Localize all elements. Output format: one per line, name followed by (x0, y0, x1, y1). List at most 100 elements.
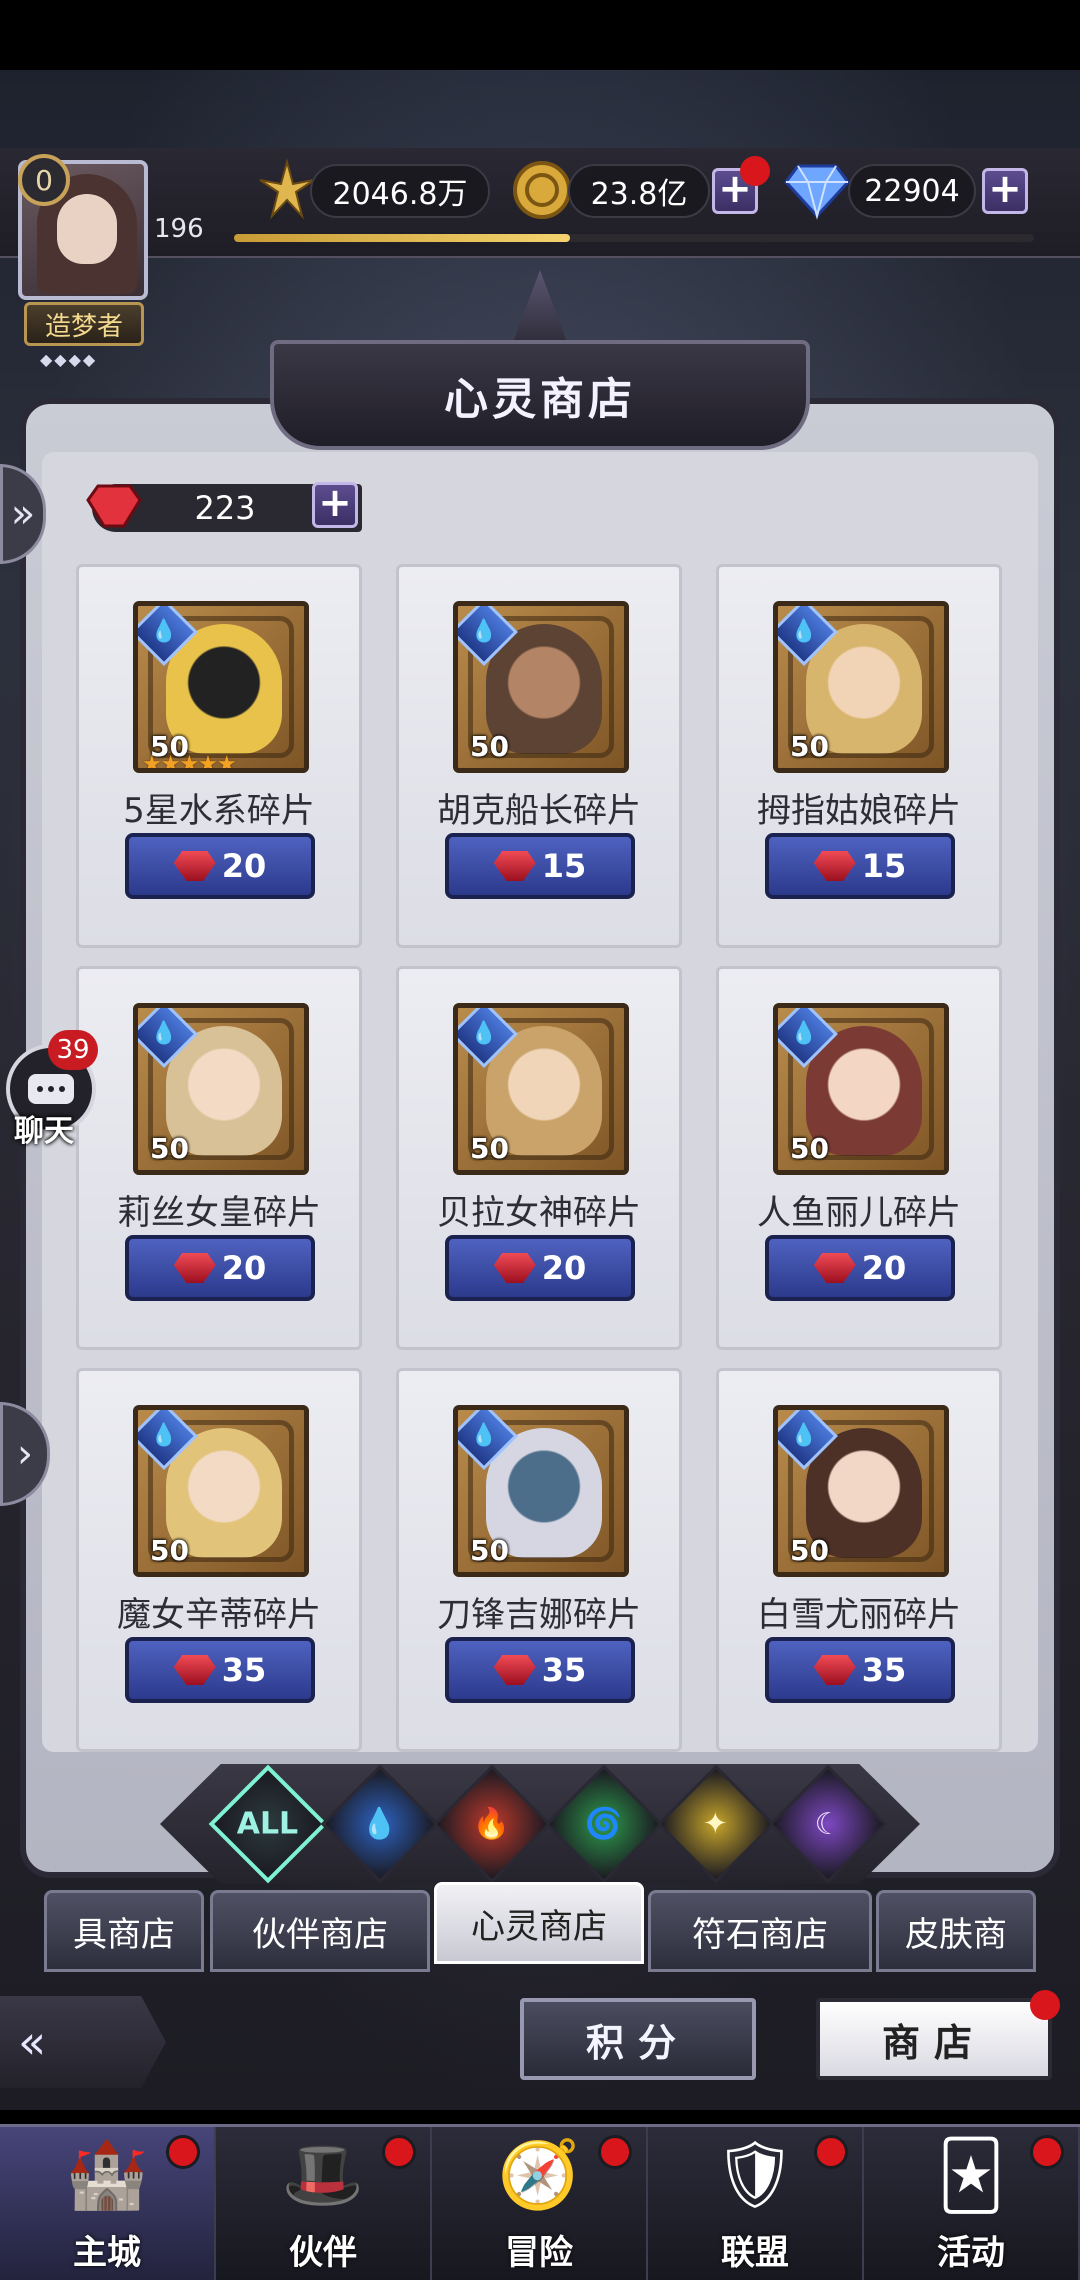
tab-rune-shop[interactable]: 符石商店 (648, 1890, 872, 1972)
item-name: 人鱼丽儿碎片 (757, 1193, 961, 1233)
points-button[interactable]: 积分 (520, 1998, 756, 2080)
fragment-count: 50 (470, 730, 509, 763)
fire-icon: 🔥 (473, 1806, 511, 1842)
shop-currency-value: 223 (194, 489, 256, 527)
fragment-icon: 💧 50 (773, 1405, 949, 1577)
item-price: 20 (861, 1249, 907, 1287)
fragment-icon: 💧 50 (133, 1003, 309, 1175)
soul-gem-icon (813, 1655, 856, 1685)
gold-notification-dot (740, 156, 770, 186)
gold-coin-icon (512, 160, 572, 220)
store-button[interactable]: 商店 (816, 1998, 1052, 2080)
shop-item-card[interactable]: 💧 50 贝拉女神碎片 20 (396, 966, 682, 1350)
item-price: 20 (221, 847, 267, 885)
tab-skin-shop[interactable]: 皮肤商 (876, 1890, 1036, 1972)
buy-button[interactable]: 15 (445, 833, 635, 899)
status-bar (0, 0, 1080, 70)
all-icon: ALL (237, 1806, 299, 1842)
soul-gem-icon (493, 1655, 536, 1685)
fragment-count: 50 (470, 1534, 509, 1567)
item-name: 莉丝女皇碎片 (117, 1193, 321, 1233)
nav-alliance[interactable]: 🛡 联盟 (648, 2127, 864, 2280)
item-price: 15 (861, 847, 907, 885)
notification-dot (598, 2135, 632, 2169)
fragment-count: 50 (470, 1132, 509, 1165)
notification-dot (382, 2135, 416, 2169)
shop-item-card[interactable]: 💧 50 莉丝女皇碎片 20 (76, 966, 362, 1350)
cards-icon: 🃏 (937, 2136, 1005, 2214)
diamond-value: 22904 (848, 164, 976, 218)
buy-button[interactable]: 20 (125, 833, 315, 899)
fragment-icon: 💧 50 (453, 1405, 629, 1577)
item-price: 35 (221, 1651, 267, 1689)
shop-item-card[interactable]: 💧 50 拇指姑娘碎片 15 (716, 564, 1002, 948)
light-icon: ✦ (703, 1806, 729, 1842)
notification-dot (166, 2135, 200, 2169)
dark-icon: ☾ (814, 1806, 842, 1842)
buy-button[interactable]: 20 (445, 1235, 635, 1301)
water-icon: 💧 (361, 1806, 399, 1842)
nav-label: 联盟 (721, 2233, 789, 2273)
notification-dot (814, 2135, 848, 2169)
nav-adventure[interactable]: 🧭 冒险 (432, 2127, 648, 2280)
rank-stars: ◆◆◆◆ (40, 350, 98, 369)
item-price: 20 (541, 1249, 587, 1287)
shop-item-card[interactable]: 💧 50 ★★★★★ 5星水系碎片 20 (76, 564, 362, 948)
buy-button[interactable]: 15 (765, 833, 955, 899)
nav-main-city[interactable]: 🏰 主城 (0, 2127, 216, 2280)
rank-title: 造梦者 (24, 302, 144, 346)
back-button[interactable]: « (0, 1996, 166, 2088)
fragment-count: 50 (790, 730, 829, 763)
nav-label: 主城 (73, 2233, 141, 2273)
item-name: 贝拉女神碎片 (437, 1193, 641, 1233)
tab-partner-shop[interactable]: 伙伴商店 (210, 1890, 430, 1972)
buy-button[interactable]: 35 (765, 1637, 955, 1703)
chat-unread-badge: 39 (48, 1030, 98, 1070)
bottom-nav: 🏰 主城 🎩 伙伴 🧭 冒险 🛡 联盟 🃏 活动 (0, 2124, 1080, 2280)
player-level: 196 (154, 214, 204, 244)
nav-partners[interactable]: 🎩 伙伴 (216, 2127, 432, 2280)
shop-item-card[interactable]: 💧 50 刀锋吉娜碎片 35 (396, 1368, 682, 1752)
diamond-plus-button[interactable]: + (982, 168, 1028, 214)
shop-item-card[interactable]: 💧 50 白雪尤丽碎片 35 (716, 1368, 1002, 1752)
level-badge: 0 (18, 154, 70, 206)
nav-events[interactable]: 🃏 活动 (864, 2127, 1080, 2280)
store-notification-dot (1030, 1990, 1060, 2020)
soul-gem-icon (813, 851, 856, 881)
shop-item-card[interactable]: 💧 50 魔女辛蒂碎片 35 (76, 1368, 362, 1752)
fragment-icon: 💧 50 (133, 1405, 309, 1577)
shop-item-card[interactable]: 💧 50 人鱼丽儿碎片 20 (716, 966, 1002, 1350)
wizard-hat-icon: 🎩 (281, 2136, 365, 2213)
fragment-count: 50 (790, 1132, 829, 1165)
item-price: 20 (221, 1249, 267, 1287)
shop-item-card[interactable]: 💧 50 胡克船长碎片 15 (396, 564, 682, 948)
diamond-icon (784, 160, 850, 220)
castle-icon: 🏰 (65, 2136, 149, 2213)
soul-gem-icon (86, 484, 142, 528)
item-name: 拇指姑娘碎片 (757, 791, 961, 831)
soul-gem-icon (493, 1253, 536, 1283)
item-name: 胡克船长碎片 (437, 791, 641, 831)
star-rating: ★★★★★ (142, 752, 237, 773)
wind-icon: 🌀 (585, 1806, 623, 1842)
tab-soul-shop[interactable]: 心灵商店 (434, 1882, 644, 1964)
power-icon (256, 158, 318, 220)
shop-currency-plus-button[interactable]: + (312, 482, 358, 528)
fragment-icon: 💧 50 (453, 1003, 629, 1175)
fragment-count: 50 (150, 1132, 189, 1165)
compass-icon: 🧭 (497, 2136, 581, 2213)
shop-title-plate: 心灵商店 (270, 340, 810, 450)
buy-button[interactable]: 20 (125, 1235, 315, 1301)
shop-title: 心灵商店 (444, 374, 636, 425)
soul-gem-icon (493, 851, 536, 881)
buy-button[interactable]: 35 (125, 1637, 315, 1703)
fragment-icon: 💧 50 ★★★★★ (133, 601, 309, 773)
nav-label: 冒险 (505, 2233, 573, 2273)
fragment-icon: 💧 50 (773, 1003, 949, 1175)
buy-button[interactable]: 35 (445, 1637, 635, 1703)
buy-button[interactable]: 20 (765, 1235, 955, 1301)
tab-tool-shop[interactable]: 具商店 (44, 1890, 204, 1972)
nav-label: 活动 (937, 2233, 1005, 2273)
soul-gem-icon (173, 1253, 216, 1283)
chat-label: 聊天 (14, 1114, 74, 1149)
